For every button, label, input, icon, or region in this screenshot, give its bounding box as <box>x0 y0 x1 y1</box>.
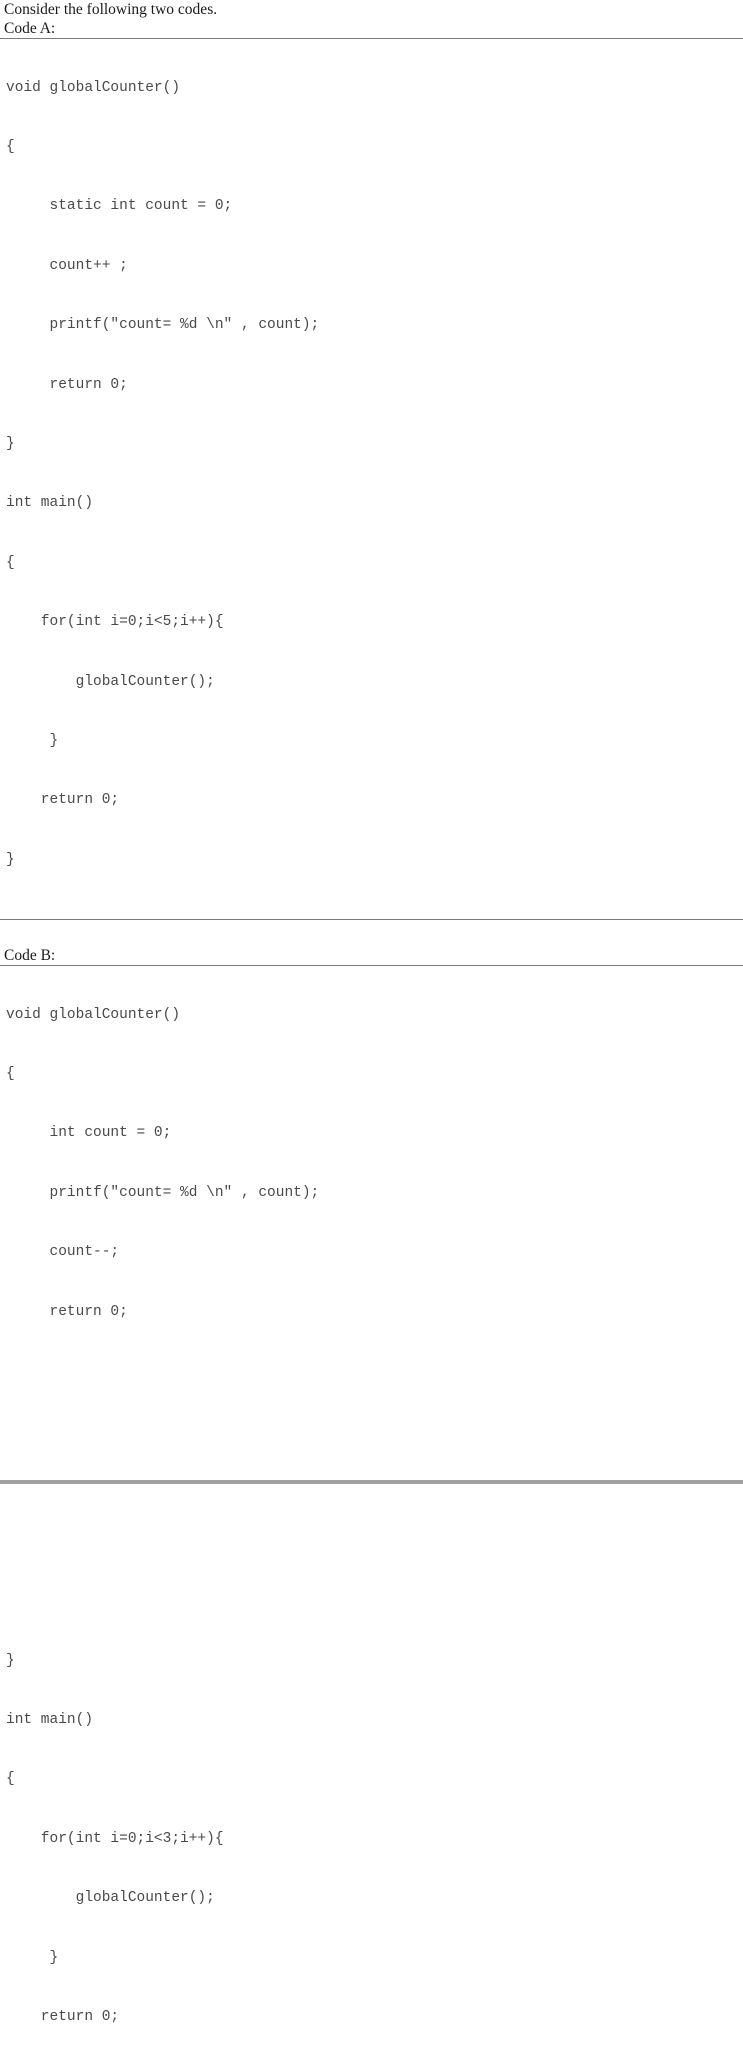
code-line: } <box>6 1652 15 1669</box>
code-line: } <box>6 1949 59 1966</box>
code-line: } <box>6 732 59 749</box>
intro-text: Consider the following two codes. <box>4 1 218 18</box>
code-line: globalCounter(); <box>6 1890 215 1907</box>
code-b-listing-part2: } int main() { for(int i=0;i<3;i++){ glo… <box>0 1612 743 2048</box>
code-line: globalCounter(); <box>6 673 215 690</box>
code-line: { <box>6 1771 15 1788</box>
code-line: for(int i=0;i<5;i++){ <box>6 614 224 631</box>
code-line: } <box>6 435 15 452</box>
code-line: return 0; <box>6 792 120 809</box>
code-line: count--; <box>6 1244 120 1261</box>
code-line: count++ ; <box>6 257 128 274</box>
code-line: static int count = 0; <box>6 198 233 215</box>
code-line: } <box>6 851 15 868</box>
code-line: void globalCounter() <box>6 79 181 96</box>
page-break-spacer-top <box>0 1362 743 1480</box>
code-line: for(int i=0;i<3;i++){ <box>6 1830 224 1847</box>
code-line: { <box>6 554 15 571</box>
intro-heading: Consider the following two codes. Code A… <box>0 0 743 38</box>
document-page: Consider the following two codes. Code A… <box>0 0 743 2025</box>
code-a-listing: void globalCounter() { static int count … <box>0 39 743 910</box>
code-b-listing-part1: void globalCounter() { int count = 0; pr… <box>0 966 743 1362</box>
code-b-heading: Code B: <box>0 946 743 965</box>
code-line: printf("count= %d \n" , count); <box>6 317 320 334</box>
code-line: int main() <box>6 495 94 512</box>
code-line: printf("count= %d \n" , count); <box>6 1184 320 1201</box>
code-b-label: Code B: <box>4 947 56 965</box>
code-line: void globalCounter() <box>6 1006 181 1023</box>
page-break-spacer-bottom <box>0 1484 743 1612</box>
code-line: int count = 0; <box>6 1125 172 1142</box>
code-line: int main() <box>6 1711 94 1728</box>
code-line: { <box>6 138 15 155</box>
code-line: return 0; <box>6 376 128 393</box>
code-line: { <box>6 1066 15 1083</box>
code-line: return 0; <box>6 1303 128 1320</box>
code-a-label: Code A: <box>4 20 56 37</box>
code-line: return 0; <box>6 2008 120 2025</box>
